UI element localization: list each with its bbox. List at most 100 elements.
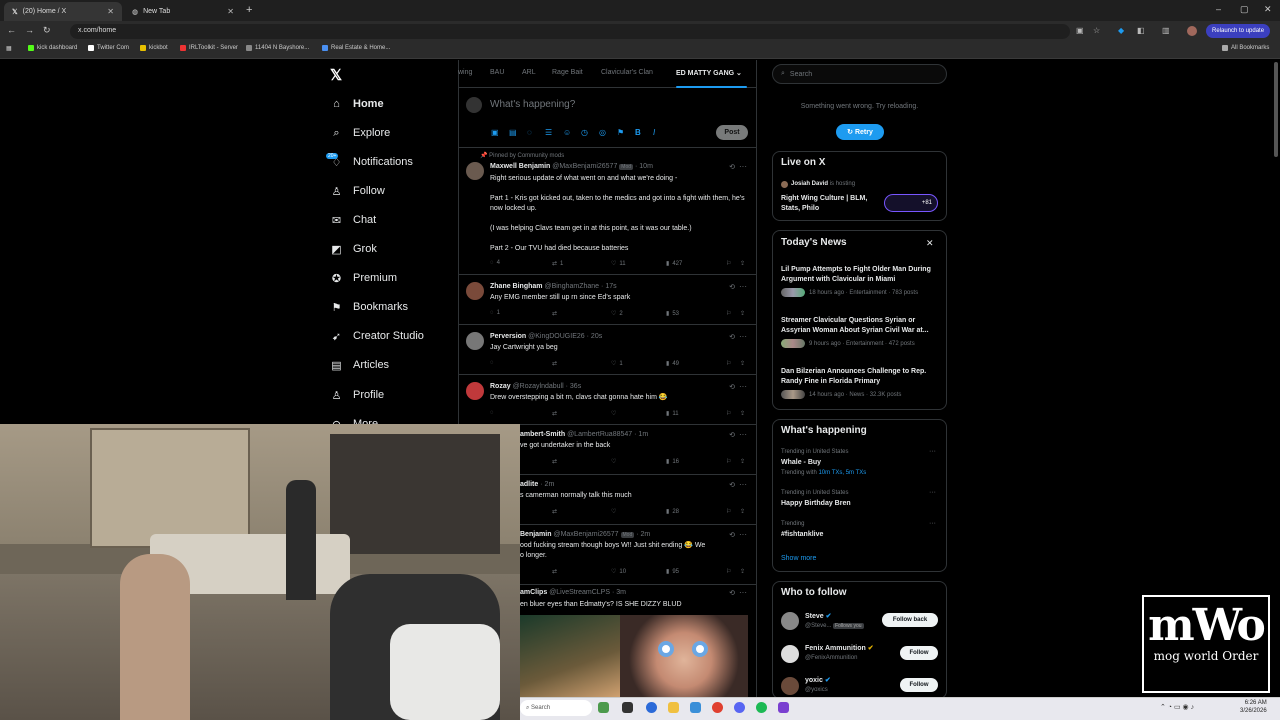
like-button[interactable]: ♡ 2 — [611, 310, 623, 318]
scrollbar[interactable] — [1274, 62, 1278, 157]
tweet-image-left[interactable] — [520, 615, 620, 697]
star-icon[interactable]: ☆ — [1093, 26, 1100, 35]
like-button[interactable]: ♡ — [611, 458, 616, 465]
repost-button[interactable]: ⇄ — [552, 360, 557, 367]
avatar[interactable] — [781, 612, 799, 630]
like-button[interactable]: ♡ 1 — [611, 360, 623, 368]
follow-name[interactable]: Steve ✔ — [805, 612, 832, 622]
more-icon[interactable]: ··· — [929, 489, 936, 496]
reply-button[interactable]: ◌ — [490, 360, 494, 366]
share-button[interactable]: ⇪ — [740, 310, 745, 317]
nav-articles[interactable]: ▤ Articles — [330, 355, 389, 375]
schedule-icon[interactable]: ◷ — [581, 128, 588, 137]
store-icon[interactable] — [690, 702, 701, 713]
share-button[interactable]: ⇪ — [740, 360, 745, 367]
avatar[interactable] — [466, 332, 484, 350]
like-button[interactable]: ♡ 10 — [611, 568, 626, 576]
tweet[interactable]: 📌 Pinned by Community mods Maxwell Benja… — [458, 148, 757, 274]
flag-icon[interactable]: ⚑ — [617, 128, 624, 137]
grok-icon[interactable]: ⟲ — [729, 531, 735, 539]
news-headline[interactable]: Streamer Clavicular Questions Syrian or … — [781, 316, 941, 336]
avatar[interactable] — [781, 677, 799, 695]
tweet[interactable]: Rozay @Rozaylndabull · 36s ⟲ ··· Drew ov… — [458, 375, 757, 424]
trend-topic[interactable]: #fishtanklive — [781, 530, 823, 540]
grok-icon[interactable]: ⟲ — [729, 589, 735, 597]
bookmark-button[interactable]: ⚐ — [726, 310, 731, 317]
tab-arl[interactable]: ARL — [522, 69, 536, 76]
more-icon[interactable]: ··· — [739, 282, 747, 291]
tab-clavicular-clan[interactable]: Clavicular's Clan — [601, 69, 653, 76]
views-button[interactable]: ▮ 28 — [666, 508, 679, 516]
close-tab-icon[interactable]: ✕ — [227, 7, 234, 16]
nav-follow[interactable]: ♙ Follow — [330, 181, 385, 201]
grok-icon[interactable]: ⟲ — [729, 383, 735, 391]
tweet[interactable]: Zhane Bingham @BinghamZhane · 17s ⟲ ··· … — [458, 275, 757, 324]
follow-name[interactable]: Fenix Ammunition ✔ — [805, 644, 874, 654]
nav-profile[interactable]: ♙ Profile — [330, 385, 385, 405]
tab-new[interactable]: ◍ New Tab ✕ — [124, 2, 242, 21]
bookmark-button[interactable]: ⚐ — [726, 260, 731, 267]
tab-bau[interactable]: BAU — [490, 69, 504, 76]
tab-rage-bait[interactable]: Rage Bait — [552, 69, 583, 76]
nav-explore[interactable]: ⌕ Explore — [330, 123, 390, 143]
gif-icon[interactable]: ▤ — [509, 128, 517, 137]
widget-icon[interactable] — [598, 702, 609, 713]
bookmark-twitter[interactable]: Twitter Com — [88, 45, 129, 51]
bookmark-button[interactable]: ⚐ — [726, 360, 731, 367]
tab-home[interactable]: 𝕏 (20) Home / X ✕ — [4, 2, 122, 21]
spotify-icon[interactable] — [756, 702, 767, 713]
reply-button[interactable]: ◌ — [490, 410, 494, 416]
bookmark-button[interactable]: ⚐ — [726, 568, 731, 575]
tweet-image-right[interactable] — [620, 615, 748, 697]
share-button[interactable]: ⇪ — [740, 568, 745, 575]
views-button[interactable]: ▮ 53 — [666, 310, 679, 318]
nav-notifications[interactable]: ♢ Notifications — [330, 152, 413, 172]
retry-button[interactable]: ↻ Retry — [836, 124, 884, 140]
reply-button[interactable]: ◌ 4 — [490, 260, 500, 266]
share-button[interactable]: ⇪ — [740, 410, 745, 417]
share-button[interactable]: ⇪ — [740, 508, 745, 515]
avatar[interactable] — [466, 162, 484, 180]
sidepanel-icon[interactable]: ▥ — [1162, 26, 1170, 35]
image-icon[interactable]: ▣ — [491, 128, 499, 137]
follow-back-button[interactable]: Follow back — [882, 613, 938, 627]
share-button[interactable]: ⇪ — [740, 260, 745, 267]
tab-wing[interactable]: wing — [458, 69, 472, 76]
repost-button[interactable]: ⇄ — [552, 410, 557, 417]
more-icon[interactable]: ··· — [739, 382, 747, 391]
like-button[interactable]: ♡ 11 — [611, 260, 626, 268]
bookmark-bayshore[interactable]: 11404 N Bayshore... — [246, 45, 309, 51]
grok-icon[interactable]: ⟲ — [729, 333, 735, 341]
follow-button[interactable]: Follow — [900, 646, 938, 660]
grok-icon[interactable]: ⟲ — [729, 283, 735, 291]
live-listeners[interactable]: +81 — [884, 194, 938, 212]
tweet[interactable]: Perversion @KingDOUGIE26 · 20s ⟲ ··· Jay… — [458, 325, 757, 374]
reload-icon[interactable]: ↻ — [43, 25, 51, 36]
bookmark-kick[interactable]: kick dashboard — [28, 45, 77, 51]
nav-creator-studio[interactable]: ➹ Creator Studio — [330, 326, 424, 346]
task-view-icon[interactable] — [622, 702, 633, 713]
compose-input[interactable]: What's happening? — [490, 99, 575, 110]
forward-icon[interactable]: → — [25, 25, 34, 35]
location-icon[interactable]: ◎ — [599, 128, 606, 137]
extensions-icon[interactable]: ◧ — [1137, 26, 1145, 35]
news-headline[interactable]: Lil Pump Attempts to Fight Older Man Dur… — [781, 265, 941, 285]
avatar[interactable] — [466, 382, 484, 400]
views-button[interactable]: ▮ 16 — [666, 458, 679, 466]
reply-button[interactable]: ◌ 1 — [490, 310, 500, 316]
trend-topic[interactable]: Whale - Buy — [781, 458, 821, 468]
nav-chat[interactable]: ✉ Chat — [330, 210, 376, 230]
more-icon[interactable]: ··· — [739, 162, 747, 171]
bookmark-realestate[interactable]: Real Estate & Home... — [322, 45, 390, 51]
avatar[interactable] — [781, 645, 799, 663]
bold-icon[interactable]: B — [635, 128, 641, 137]
url-field[interactable]: x.com/home — [70, 24, 1070, 39]
show-more-link[interactable]: Show more — [781, 555, 816, 562]
app-icon[interactable] — [778, 702, 789, 713]
avatar[interactable] — [466, 97, 482, 113]
repost-button[interactable]: ⇄ — [552, 458, 557, 465]
maximize-icon[interactable]: ▢ — [1240, 4, 1249, 15]
bookmark-button[interactable]: ⚐ — [726, 508, 731, 515]
more-icon[interactable]: ··· — [739, 480, 747, 489]
relaunch-button[interactable]: Relaunch to update — [1206, 24, 1271, 38]
